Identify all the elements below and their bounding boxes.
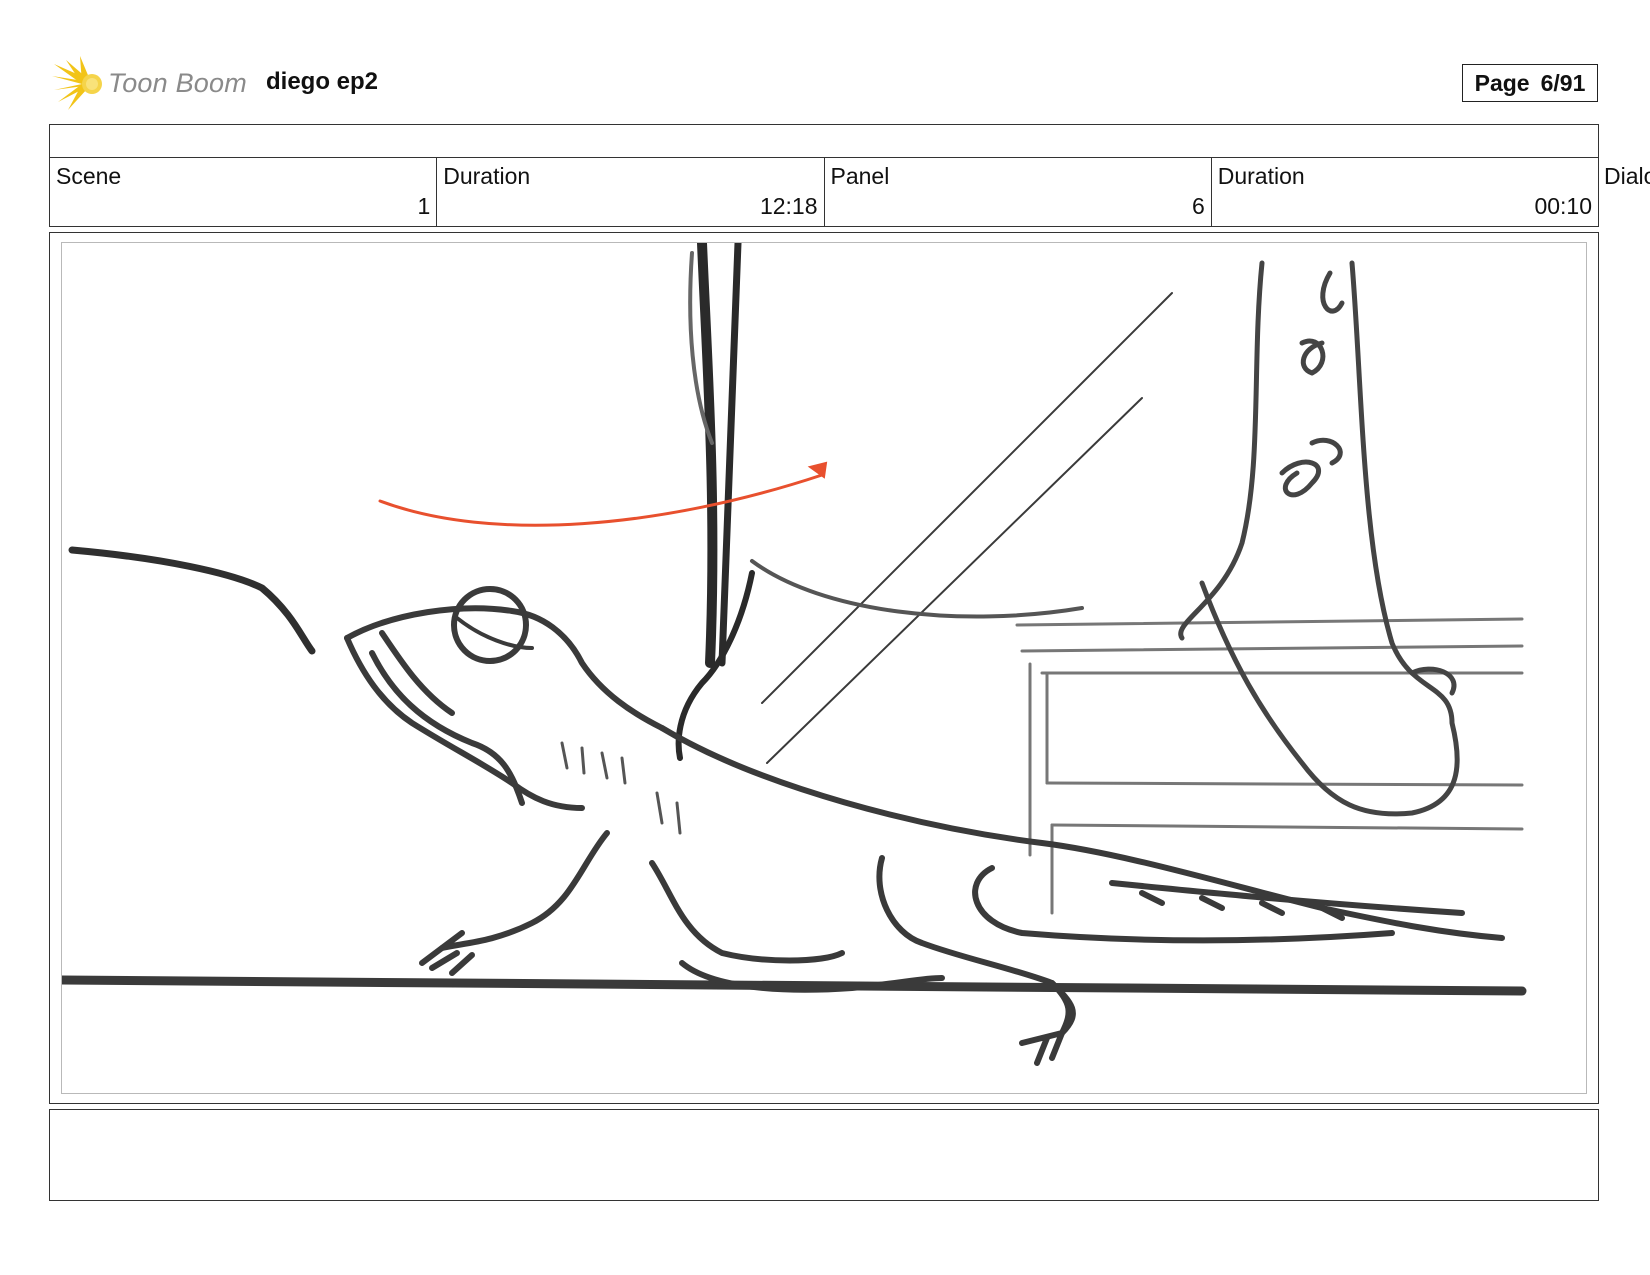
sequence-strip (49, 124, 1599, 158)
panel-duration-label: Duration (1217, 163, 1305, 189)
panel-sketch (62, 243, 1527, 1066)
storyboard-panel (49, 232, 1599, 1104)
dialogue-label-clipped: Dialo (1604, 163, 1650, 189)
panel-duration-cell: Duration 00:10 (1212, 157, 1598, 226)
sunburst-logo-icon (52, 56, 102, 110)
toon-boom-logo: Toon Boom (52, 56, 252, 112)
project-title: diego ep2 (266, 68, 379, 95)
page-indicator: Page 6/91 (1462, 64, 1598, 102)
panel-value: 6 (1191, 193, 1205, 219)
motion-arrow (378, 473, 824, 527)
scene-duration-label: Duration (443, 163, 531, 189)
scene-cell: Scene 1 (50, 157, 438, 226)
scene-duration-value: 12:18 (759, 193, 818, 219)
info-row: Scene 1 Duration 12:18 Panel 6 Duration … (49, 157, 1599, 227)
panel-label: Panel (830, 163, 890, 189)
page-number: 6/91 (1540, 69, 1586, 96)
action-notes-box (49, 1109, 1599, 1201)
panel-duration-value: 00:10 (1534, 193, 1592, 219)
page-label: Page (1474, 69, 1530, 96)
logo-text: Toon Boom (108, 68, 247, 98)
scene-value: 1 (417, 193, 431, 219)
scene-label: Scene (56, 163, 122, 189)
scene-duration-cell: Duration 12:18 (437, 157, 825, 226)
panel-cell: Panel 6 (825, 157, 1212, 226)
panel-safe-area (61, 242, 1587, 1094)
